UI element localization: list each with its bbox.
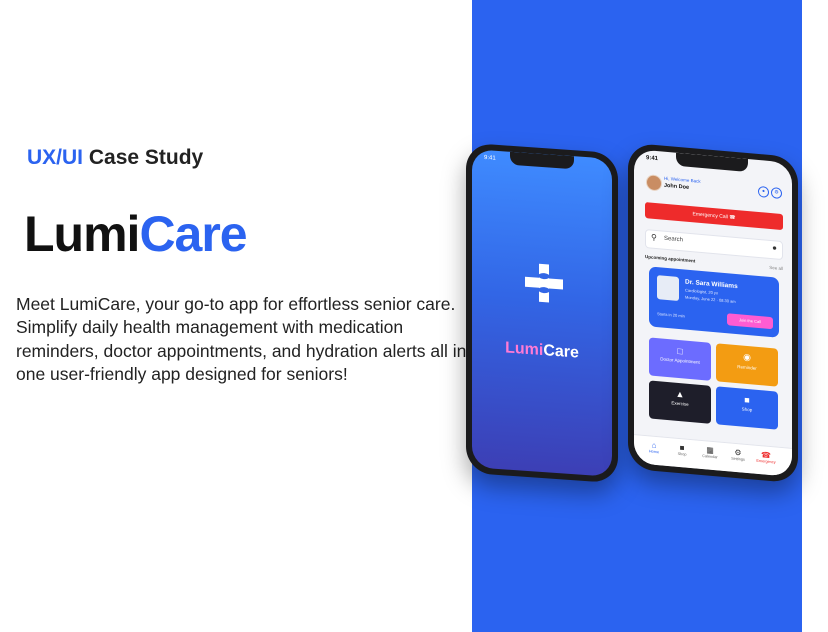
user-name: John Doe	[664, 182, 690, 191]
brand-part1: Lumi	[24, 206, 140, 262]
search-placeholder: Search	[664, 235, 684, 244]
notification-icon[interactable]: ●	[758, 185, 769, 198]
splash-name-part2: Care	[543, 342, 579, 362]
splash-name-part1: Lumi	[505, 339, 544, 360]
appointment-date: Monday, June 22 · 08:30 am	[685, 294, 736, 304]
nav-settings[interactable]: ⚙ Settings	[726, 447, 750, 462]
tile-exercise[interactable]: ▲ Exercise	[649, 380, 711, 424]
splash-phone-mockup: 9:41 LumiCare	[466, 142, 618, 484]
status-time: 9:41	[646, 155, 659, 163]
phone-notch	[510, 151, 574, 170]
bottom-navigation: ⌂ Home ■ Shop ▦ Calendar ⚙ Settings ☎ Emergen…	[634, 434, 792, 477]
home-header: Hi, Welcome Back John Doe ● ⚙	[646, 174, 782, 204]
nav-home[interactable]: ⌂ Home	[642, 440, 666, 455]
settings-icon[interactable]: ⚙	[771, 187, 782, 200]
nav-label: Home	[648, 449, 660, 455]
tile-doctor-appointment[interactable]: □ Doctor Appointment	[649, 337, 711, 381]
heading-accent: UX/UI	[27, 146, 84, 169]
nav-emergency[interactable]: ☎ Emergency	[754, 450, 778, 465]
description: Meet LumiCare, your go-to app for effort…	[16, 294, 467, 385]
section-title: Upcoming appointment	[645, 254, 696, 264]
phone-icon: ☎	[729, 214, 736, 221]
home-phone-mockup: 9:41 Hi, Welcome Back John Doe ● ⚙ Emerg…	[628, 142, 798, 484]
heading-rest: Case Study	[83, 146, 204, 169]
microphone-icon[interactable]: ●	[772, 243, 777, 252]
nav-label: Settings	[731, 456, 745, 462]
tile-reminder[interactable]: ◉ Reminder	[716, 343, 778, 387]
tile-shop[interactable]: ■ Shop	[716, 386, 778, 430]
see-all-link[interactable]: See all	[769, 265, 783, 271]
brand-logo: LumiCare	[24, 205, 248, 263]
appointment-card[interactable]: Dr. Sara Williams Cardiologist, 20 yo Mo…	[649, 266, 779, 338]
search-icon: ⚲	[651, 232, 657, 243]
status-time: 9:41	[484, 154, 496, 162]
phone-notch	[676, 152, 748, 173]
doctor-photo	[657, 275, 679, 302]
case-study-heading: UX/UI Case Study	[27, 146, 203, 170]
emergency-call-button[interactable]: Emergency Call ☎	[645, 202, 783, 231]
nav-calendar[interactable]: ▦ Calendar	[698, 445, 722, 460]
splash-app-name: LumiCare	[472, 337, 612, 365]
white-strip	[802, 0, 828, 632]
nav-label: Shop	[677, 451, 687, 457]
avatar[interactable]	[646, 174, 662, 192]
brand-part2: Care	[139, 206, 247, 262]
emergency-call-label: Emergency Call	[692, 211, 728, 221]
appointment-countdown: Starts in 20 min	[657, 311, 685, 319]
nav-shop[interactable]: ■ Shop	[670, 442, 694, 457]
home-screen: 9:41 Hi, Welcome Back John Doe ● ⚙ Emerg…	[634, 149, 792, 477]
nav-label: Emergency	[756, 458, 776, 465]
splash-screen: 9:41 LumiCare	[472, 149, 612, 477]
lumicare-logo-icon	[523, 261, 565, 306]
join-call-button[interactable]: Join the Call	[727, 313, 773, 330]
nav-label: Calendar	[702, 454, 718, 460]
